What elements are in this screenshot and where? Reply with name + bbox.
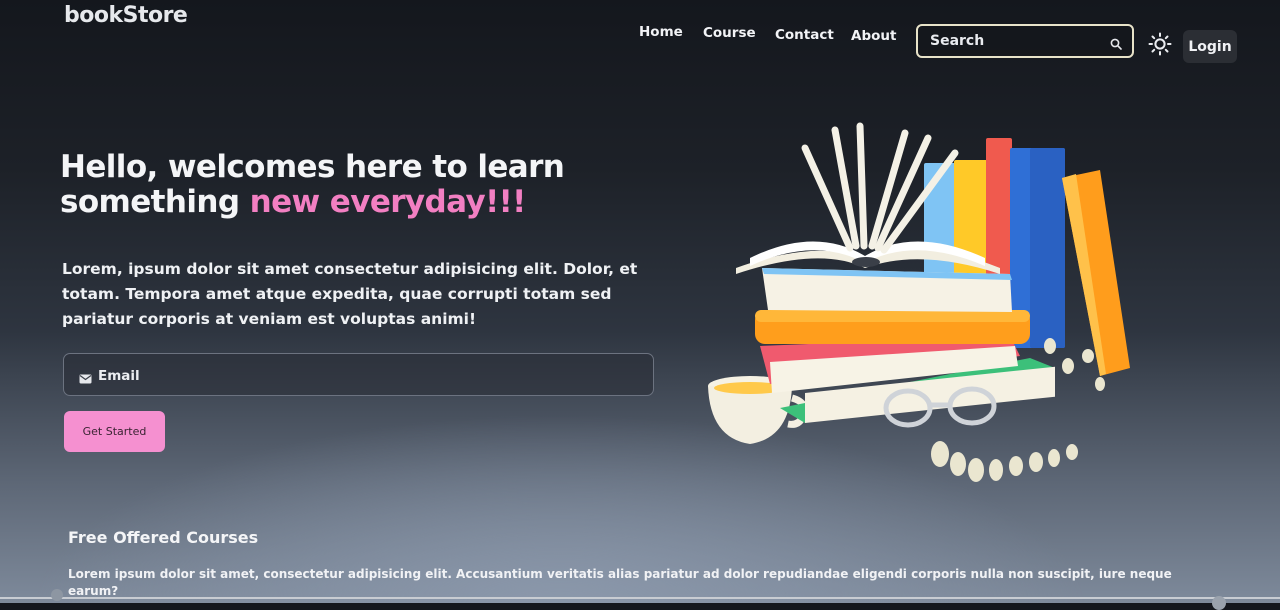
hero-title-line1: Hello, welcomes here to learn bbox=[60, 149, 565, 185]
scroll-left-icon[interactable] bbox=[51, 589, 63, 601]
books-stack-illustration bbox=[708, 122, 1130, 482]
envelope-icon bbox=[79, 369, 92, 388]
email-field[interactable] bbox=[96, 354, 640, 397]
nav-about[interactable]: About bbox=[851, 28, 896, 44]
nav-home[interactable]: Home bbox=[639, 24, 683, 40]
hero-description: Lorem, ipsum dolor sit amet consectetur … bbox=[62, 260, 638, 328]
brand-logo[interactable]: bookStore bbox=[64, 3, 188, 28]
nav-contact[interactable]: Contact bbox=[775, 27, 834, 43]
hero-title-line2: something new everyday!!! bbox=[60, 185, 564, 220]
section-title: Free Offered Courses bbox=[68, 528, 259, 547]
get-started-button[interactable]: Get Started bbox=[64, 411, 165, 452]
search-box[interactable] bbox=[916, 24, 1134, 58]
hero-title-accent: new everyday!!! bbox=[249, 184, 527, 220]
scroll-right-icon[interactable] bbox=[1212, 596, 1226, 610]
hero-title-prefix: something bbox=[60, 184, 250, 220]
search-icon[interactable] bbox=[1110, 35, 1122, 54]
search-input[interactable] bbox=[918, 26, 1108, 56]
nav-course[interactable]: Course bbox=[703, 25, 756, 41]
divider bbox=[0, 597, 1280, 599]
section-description: Lorem ipsum dolor sit amet, consectetur … bbox=[68, 567, 1172, 598]
login-button[interactable]: Login bbox=[1183, 30, 1237, 63]
sun-icon[interactable] bbox=[1148, 32, 1172, 60]
hero-title: Hello, welcomes here to learn something … bbox=[60, 149, 565, 220]
email-field-box[interactable] bbox=[63, 353, 654, 397]
